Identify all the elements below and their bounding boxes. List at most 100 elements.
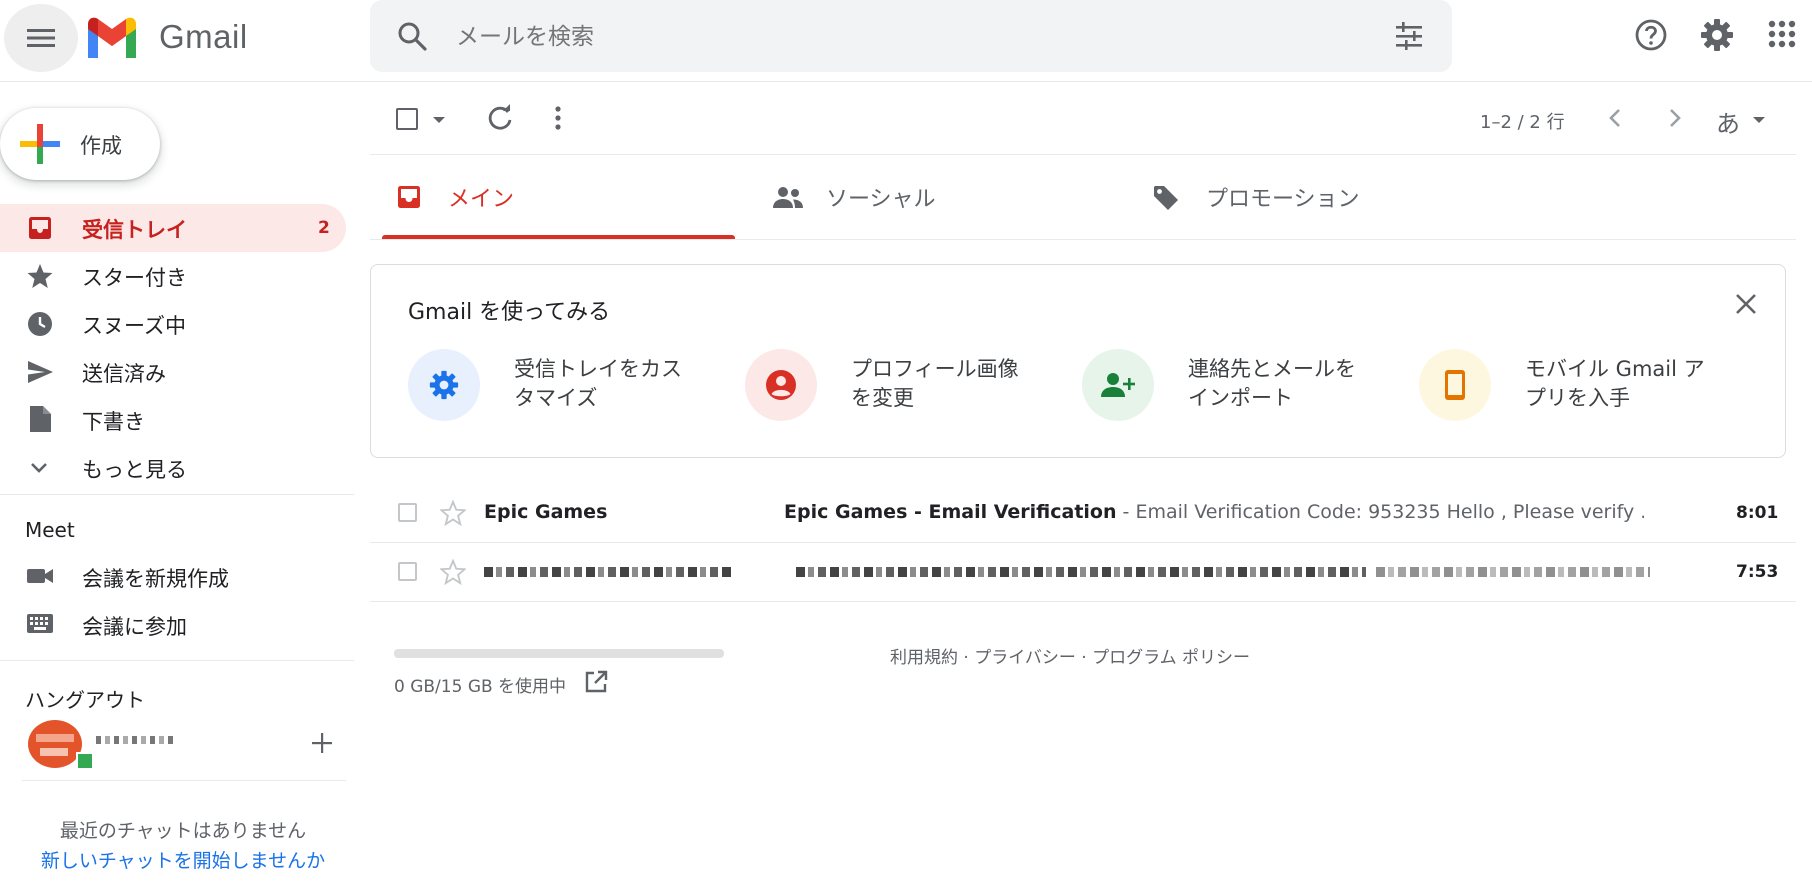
import-contacts-item[interactable]: 連絡先とメールを インポート — [1082, 349, 1356, 429]
tag-icon — [1152, 184, 1180, 212]
sidebar-item-label: スター付き — [82, 266, 187, 290]
sidebar-item-label: スヌーズ中 — [82, 314, 186, 338]
send-icon — [26, 358, 54, 386]
help-icon[interactable] — [1634, 18, 1668, 52]
sidebar-item-label: もっと見る — [82, 458, 187, 482]
people-icon — [772, 186, 804, 210]
card-item-text: 受信トレイをカス タマイズ — [514, 355, 714, 413]
getting-started-title: Gmail を使ってみる — [408, 300, 611, 325]
customize-inbox-item[interactable]: 受信トレイをカス タマイズ — [408, 349, 682, 429]
storage-usage-text: 0 GB/15 GB を使用中 — [394, 677, 567, 697]
card-item-text: モバイル Gmail アプリを入手 — [1525, 355, 1725, 413]
close-icon[interactable] — [1734, 292, 1758, 316]
redacted-contact-name — [96, 736, 176, 744]
email-subject: Epic Games - Email Verification — [784, 501, 1117, 523]
select-all-checkbox[interactable] — [396, 108, 418, 130]
tab-label: プロモーション — [1206, 187, 1360, 212]
gmail-wordmark[interactable]: Gmail — [159, 18, 248, 56]
refresh-icon[interactable] — [486, 104, 514, 132]
pagination-range: 1–2 / 2 行 — [1480, 112, 1565, 133]
email-row[interactable]: 7:53 — [370, 543, 1796, 602]
avatar-detail — [40, 748, 68, 756]
card-item-text: 連絡先とメールを インポート — [1188, 355, 1388, 413]
sidebar-item-label: 送信済み — [82, 362, 166, 386]
chevron-left-icon[interactable] — [1604, 104, 1626, 132]
email-checkbox[interactable] — [398, 503, 417, 522]
avatar-detail — [36, 734, 74, 742]
search-icon[interactable] — [396, 20, 428, 52]
select-dropdown-icon[interactable] — [432, 116, 446, 124]
search-input[interactable] — [456, 21, 1156, 53]
apps-grid-icon[interactable] — [1768, 20, 1796, 48]
card-item-line: 受信トレイをカス — [514, 357, 682, 381]
card-item-line: プリを入手 — [1525, 386, 1630, 410]
sidebar-divider — [22, 780, 346, 781]
card-item-line: プロフィール画像 — [851, 357, 1019, 381]
phone-icon — [1419, 349, 1491, 421]
hamburger-icon — [27, 29, 55, 47]
sidebar-divider — [0, 660, 354, 661]
meet-section-title: Meet — [25, 518, 75, 542]
change-profile-photo-item[interactable]: プロフィール画像 を変更 — [745, 349, 1019, 429]
open-in-new-icon[interactable] — [584, 670, 608, 694]
keyboard-icon — [26, 611, 54, 637]
email-snippet: - Email Verification Code: 953235 Hello … — [1116, 501, 1644, 523]
card-item-line: モバイル Gmail ア — [1525, 357, 1705, 381]
add-person-icon — [1082, 349, 1154, 421]
email-time: 7:53 — [1736, 562, 1779, 582]
toolbar-divider — [370, 154, 1796, 155]
sidebar-divider — [0, 494, 354, 495]
sidebar-item-label: 会議を新規作成 — [82, 567, 229, 591]
compose-plus-icon — [20, 124, 60, 164]
compose-label: 作成 — [80, 134, 122, 158]
inbox-icon — [26, 214, 54, 242]
settings-circle-icon — [408, 349, 480, 421]
star-outline-icon[interactable] — [440, 559, 466, 585]
get-mobile-app-item[interactable]: モバイル Gmail アプリを入手 — [1419, 349, 1705, 429]
no-recent-chats-text: 最近のチャットはありません — [59, 820, 307, 842]
hangouts-section-title: ハングアウト — [25, 688, 145, 712]
redacted-sender — [484, 567, 734, 577]
start-chat-link[interactable]: 新しいチャットを開始しませんか — [0, 846, 366, 873]
unread-count-badge: 2 — [318, 218, 330, 238]
email-time: 8:01 — [1736, 503, 1779, 523]
star-outline-icon[interactable] — [440, 500, 466, 526]
account-circle-icon — [745, 349, 817, 421]
sidebar-item-label: 受信トレイ — [82, 218, 187, 242]
card-item-line: インポート — [1188, 386, 1293, 410]
redacted-snippet — [1376, 567, 1650, 577]
inbox-tab-icon — [396, 184, 422, 210]
tab-primary[interactable] — [382, 156, 735, 238]
redacted-subject — [796, 567, 1366, 577]
input-tools-dropdown-icon[interactable] — [1752, 116, 1766, 124]
email-row[interactable]: Epic Games Epic Games - Email Verificati… — [370, 484, 1796, 543]
card-item-line: タマイズ — [514, 386, 598, 410]
input-tools-button[interactable]: あ — [1716, 104, 1740, 139]
add-icon[interactable] — [310, 731, 334, 755]
tab-label: ソーシャル — [826, 187, 936, 212]
main-menu-button[interactable] — [4, 4, 78, 72]
chevron-right-icon[interactable] — [1664, 104, 1686, 132]
gmail-logo-icon[interactable] — [84, 16, 140, 58]
avatar[interactable] — [28, 720, 82, 768]
clock-icon — [26, 310, 54, 338]
email-checkbox[interactable] — [398, 562, 417, 581]
sidebar-item-label: 下書き — [82, 410, 145, 434]
video-camera-icon — [26, 563, 54, 589]
settings-gear-icon[interactable] — [1700, 18, 1734, 52]
card-item-text: プロフィール画像 を変更 — [851, 355, 1051, 413]
policy-links[interactable]: 利用規約 · プライバシー · プログラム ポリシー — [890, 643, 1250, 668]
search-options-icon[interactable] — [1394, 21, 1424, 51]
chevron-down-icon — [26, 456, 52, 478]
email-sender: Epic Games — [484, 501, 608, 523]
star-icon — [26, 262, 54, 290]
online-status-icon — [76, 752, 94, 770]
email-subject-line: Epic Games - Email Verification - Email … — [784, 501, 1644, 523]
tabs-divider — [370, 239, 1796, 240]
more-options-icon[interactable] — [552, 104, 564, 132]
card-item-line: を変更 — [851, 386, 914, 410]
sidebar-item-label: 会議に参加 — [82, 615, 187, 639]
tab-label: メイン — [448, 187, 515, 212]
card-item-line: 連絡先とメールを — [1188, 357, 1356, 381]
tab-social[interactable] — [760, 156, 1113, 238]
